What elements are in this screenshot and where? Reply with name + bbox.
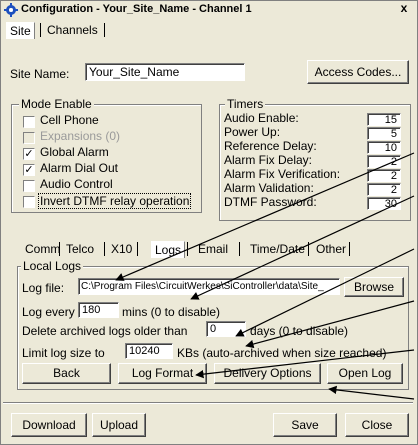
- arrow-to-delete-archived: [235, 248, 415, 337]
- arrow-to-log-every: [190, 195, 415, 300]
- arrow-to-limit-log-size: [245, 300, 415, 349]
- arrow-to-log-format: [195, 349, 415, 379]
- arrow-to-delivery-options: [328, 385, 415, 400]
- configuration-window: Configuration - Your_Site_Name - Channel…: [0, 0, 418, 445]
- annotation-arrows: [115, 152, 415, 400]
